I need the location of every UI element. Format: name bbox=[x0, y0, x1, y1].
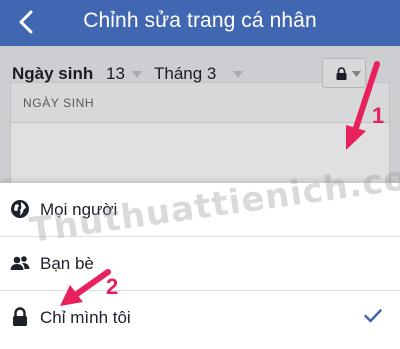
step-number-2: 2 bbox=[106, 274, 119, 299]
card-header-label: NGÀY SINH bbox=[23, 96, 95, 110]
lock-icon bbox=[336, 67, 347, 80]
privacy-selector-button[interactable] bbox=[322, 58, 366, 88]
birthday-month-select[interactable]: Tháng 3 bbox=[154, 64, 216, 84]
checkmark-icon bbox=[364, 309, 382, 323]
card-header: NGÀY SINH bbox=[11, 83, 389, 123]
lock-icon bbox=[13, 307, 27, 326]
page-title: Chỉnh sửa trang cá nhân bbox=[83, 9, 317, 32]
menu-item-only-me[interactable]: Chỉ mình tôi bbox=[0, 291, 400, 345]
navbar: Chỉnh sửa trang cá nhân bbox=[0, 0, 400, 46]
chevron-down-icon bbox=[233, 71, 243, 78]
birthday-label: Ngày sinh bbox=[12, 64, 94, 83]
menu-item-label: Bạn bè bbox=[40, 254, 94, 273]
chevron-down-icon bbox=[132, 71, 142, 78]
step-number-1: 1 bbox=[372, 103, 385, 128]
friends-icon bbox=[10, 256, 30, 270]
menu-item-label: Chỉ mình tôi bbox=[40, 308, 131, 327]
birthday-day-select[interactable]: 13 bbox=[106, 64, 125, 84]
chevron-down-icon bbox=[352, 71, 361, 77]
